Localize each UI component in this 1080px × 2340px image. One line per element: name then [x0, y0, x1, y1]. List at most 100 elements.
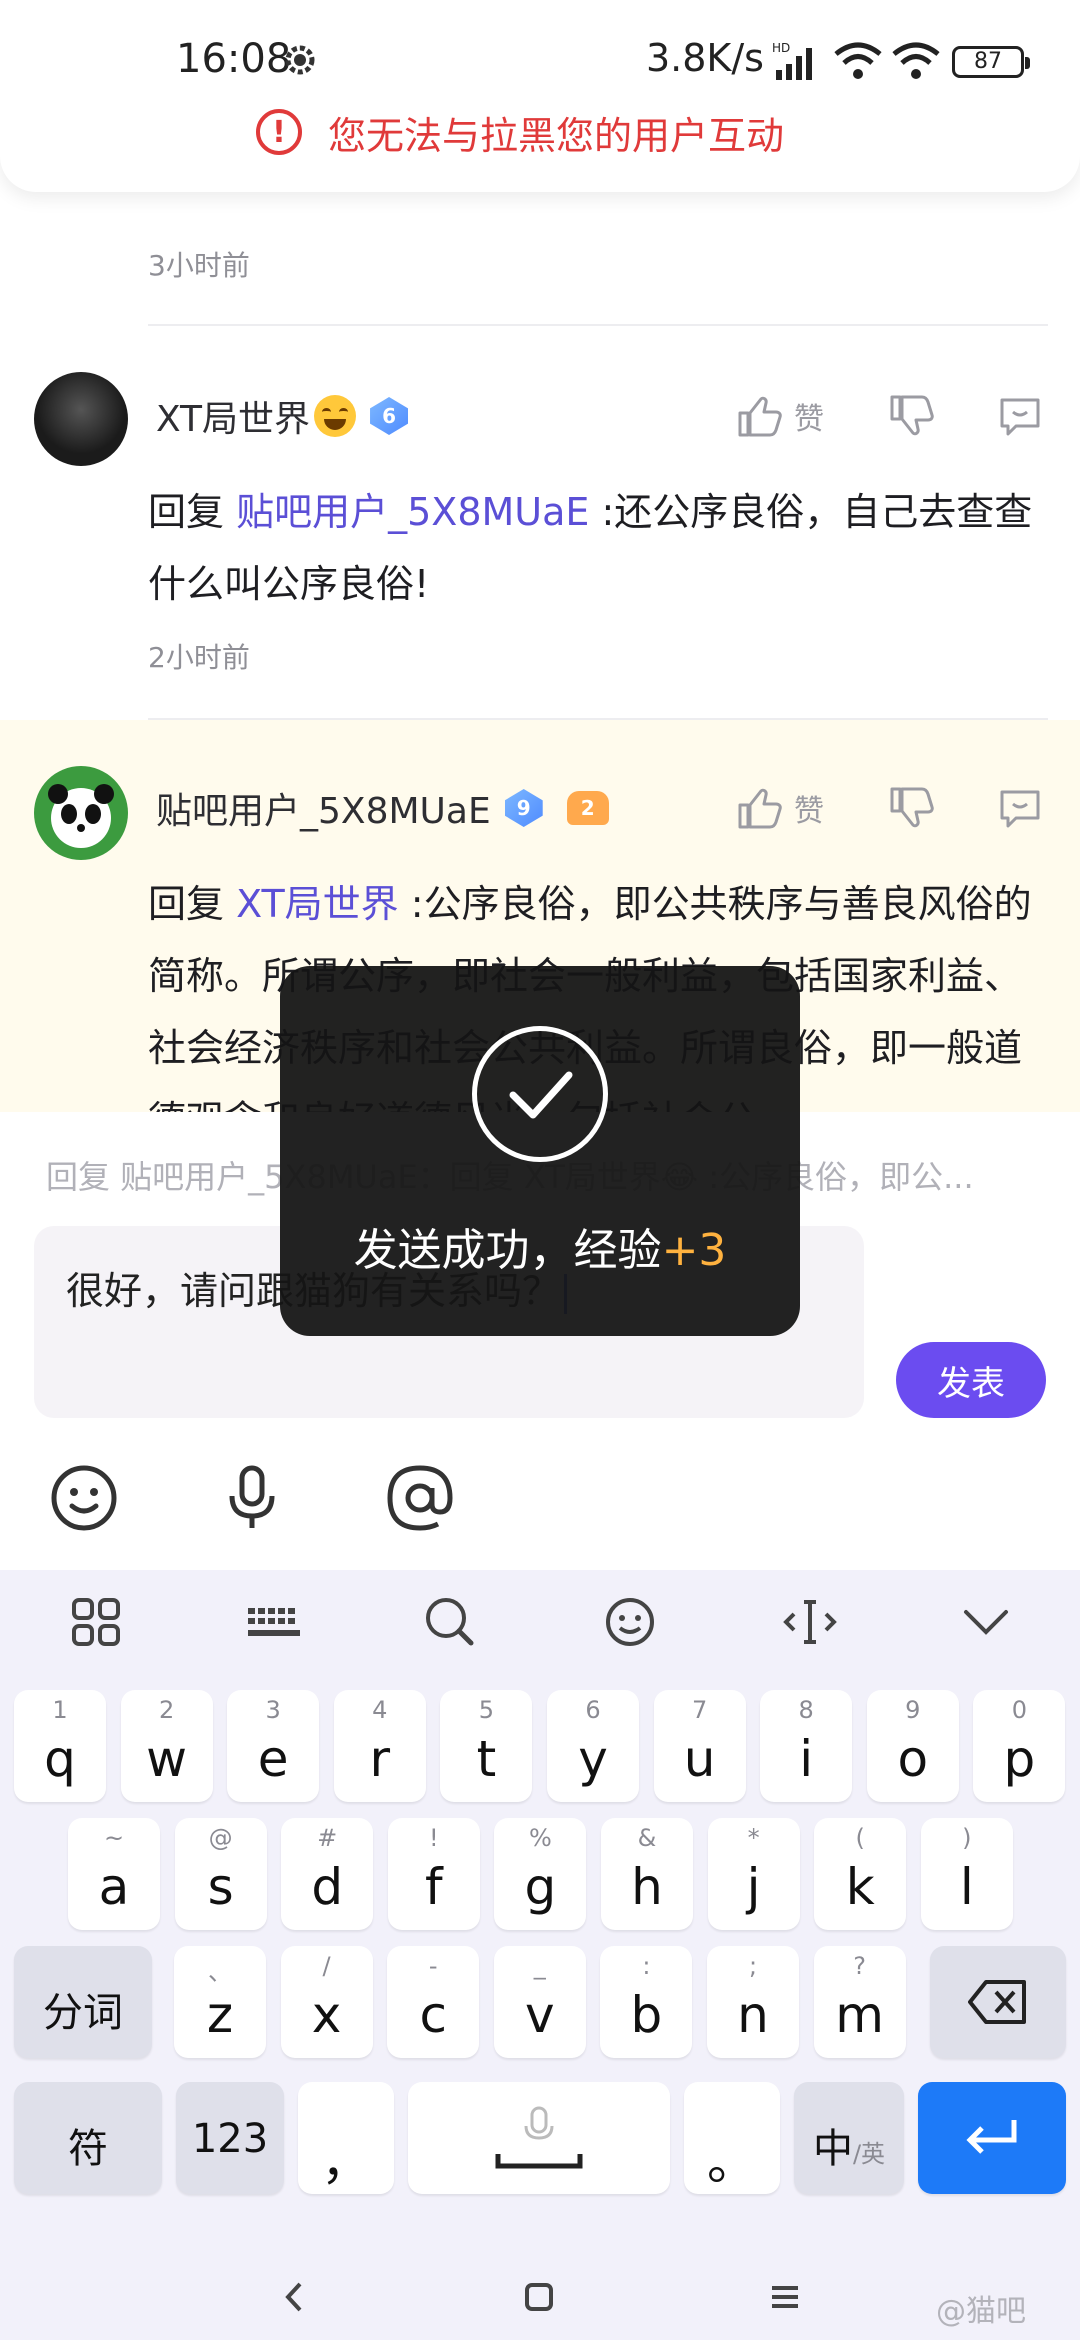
- comment-actions: 赞: [736, 386, 1056, 446]
- comment-body[interactable]: 回复 贴吧用户_5X8MUaE :还公序良俗，自己去查查什么叫公序良俗!: [148, 476, 1048, 620]
- key-hint: 7: [691, 1696, 708, 1724]
- backspace-icon: [968, 1980, 1026, 2024]
- username-text[interactable]: XT局世界: [156, 390, 310, 442]
- avatar[interactable]: [34, 766, 128, 860]
- key-u[interactable]: 7u: [653, 1690, 746, 1802]
- mention-link[interactable]: XT局世界: [236, 882, 399, 926]
- key-i[interactable]: 8i: [760, 1690, 853, 1802]
- thumbs-up-icon: [738, 396, 782, 437]
- key-o[interactable]: 9o: [866, 1690, 959, 1802]
- key-m[interactable]: ? m: [813, 1946, 906, 2058]
- numbers-key-label: 123: [191, 2116, 269, 2162]
- microphone-icon[interactable]: [212, 1458, 292, 1538]
- search-icon[interactable]: [420, 1592, 480, 1652]
- key-label: d: [311, 1858, 344, 1916]
- level-badge: 6: [370, 397, 409, 435]
- key-label: e: [257, 1730, 289, 1788]
- key-g[interactable]: % g: [494, 1818, 587, 1930]
- key-label: a: [98, 1858, 130, 1916]
- key-hint: 3: [265, 1696, 281, 1724]
- warning-icon: !: [256, 109, 302, 155]
- key-e[interactable]: 3e: [227, 1690, 320, 1802]
- symbol-key[interactable]: 符: [14, 2082, 162, 2194]
- reply-prefix: 回复: [148, 490, 225, 534]
- key-hint: #: [317, 1824, 338, 1852]
- key-hint: 5: [478, 1696, 495, 1724]
- period-key[interactable]: 。: [684, 2082, 780, 2194]
- key-label: m: [835, 1986, 884, 2044]
- key-label: j: [746, 1858, 761, 1916]
- key-t[interactable]: 5t: [440, 1690, 533, 1802]
- key-hint: (: [855, 1824, 865, 1852]
- username-text[interactable]: 贴吧用户_5X8MUaE: [156, 782, 491, 834]
- key-l[interactable]: ) l: [920, 1818, 1013, 1930]
- like-button[interactable]: 赞: [736, 393, 824, 439]
- avatar[interactable]: [34, 372, 128, 466]
- key-j[interactable]: * j: [707, 1818, 800, 1930]
- cursor-move-icon[interactable]: [780, 1592, 840, 1652]
- honor-badge-icon: 2: [566, 791, 609, 825]
- emoji-icon[interactable]: [44, 1458, 124, 1538]
- comma-key[interactable]: ，: [298, 2082, 394, 2194]
- comment-icon[interactable]: [996, 392, 1044, 440]
- key-label: o: [897, 1730, 929, 1788]
- key-hint: %: [528, 1824, 552, 1852]
- space-key[interactable]: [408, 2082, 670, 2194]
- enter-key[interactable]: [918, 2082, 1066, 2194]
- key-v[interactable]: _ v: [493, 1946, 586, 2058]
- key-s[interactable]: @ s: [174, 1818, 267, 1930]
- key-label: h: [631, 1858, 663, 1916]
- backspace-key[interactable]: [930, 1946, 1066, 2058]
- key-f[interactable]: ! f: [387, 1818, 480, 1930]
- numbers-key[interactable]: 123: [176, 2082, 284, 2194]
- key-label: t: [476, 1730, 497, 1788]
- like-button[interactable]: 赞: [736, 785, 824, 831]
- key-label: f: [424, 1858, 443, 1916]
- send-button[interactable]: 发表: [896, 1342, 1046, 1418]
- key-x[interactable]: / x: [280, 1946, 373, 2058]
- dislike-icon[interactable]: [888, 785, 934, 831]
- menu-icon[interactable]: [760, 2272, 810, 2322]
- thumbs-up-icon: [738, 788, 782, 829]
- key-d[interactable]: # d: [281, 1818, 374, 1930]
- language-switch-key[interactable]: 中/英: [794, 2082, 904, 2194]
- prev-comment-time: 3小时前: [148, 249, 250, 282]
- key-hint: 1: [52, 1696, 68, 1724]
- key-label: b: [630, 1986, 663, 2044]
- key-r[interactable]: 4r: [333, 1690, 426, 1802]
- keyboard-layout-icon[interactable]: [244, 1592, 304, 1652]
- key-h[interactable]: & h: [601, 1818, 693, 1930]
- key-z[interactable]: 、 z: [174, 1946, 266, 2058]
- watermark: @猫吧: [936, 2294, 1026, 2329]
- keyboard-toolbar: [0, 1570, 1080, 1670]
- comment-icon[interactable]: [996, 784, 1044, 832]
- dislike-icon[interactable]: [888, 393, 934, 439]
- home-icon[interactable]: [514, 2272, 564, 2322]
- apps-grid-icon[interactable]: [66, 1592, 126, 1652]
- key-b[interactable]: :b: [600, 1946, 693, 2058]
- key-a[interactable]: ~ a: [68, 1818, 160, 1930]
- mention-link[interactable]: 贴吧用户_5X8MUaE: [236, 490, 589, 534]
- comment-username[interactable]: XT局世界 6: [156, 390, 409, 442]
- at-mention-icon[interactable]: [380, 1458, 460, 1538]
- key-p[interactable]: 0p: [973, 1690, 1066, 1802]
- emoji-keyboard-icon[interactable]: [600, 1592, 660, 1652]
- key-n[interactable]: ; n: [707, 1946, 799, 2058]
- key-c[interactable]: -c: [387, 1946, 480, 2058]
- key-k[interactable]: (k: [814, 1818, 907, 1930]
- comment-username[interactable]: 贴吧用户_5X8MUaE 9 2: [156, 782, 609, 834]
- key-label: w: [146, 1730, 188, 1788]
- back-icon[interactable]: [270, 2272, 320, 2322]
- key-hint: 4: [372, 1696, 388, 1724]
- key-label: i: [799, 1730, 814, 1788]
- key-q[interactable]: 1q: [14, 1690, 106, 1802]
- key-label: s: [207, 1858, 234, 1916]
- key-w[interactable]: 2w: [120, 1690, 213, 1802]
- voice-space-icon: [495, 2106, 583, 2169]
- collapse-keyboard-icon[interactable]: [956, 1592, 1016, 1652]
- key-label: l: [959, 1858, 974, 1916]
- toast-exp: +3: [661, 1225, 727, 1276]
- key-y[interactable]: 6y: [547, 1690, 639, 1802]
- segment-key[interactable]: 分词: [14, 1946, 152, 2058]
- key-hint: @: [208, 1824, 233, 1852]
